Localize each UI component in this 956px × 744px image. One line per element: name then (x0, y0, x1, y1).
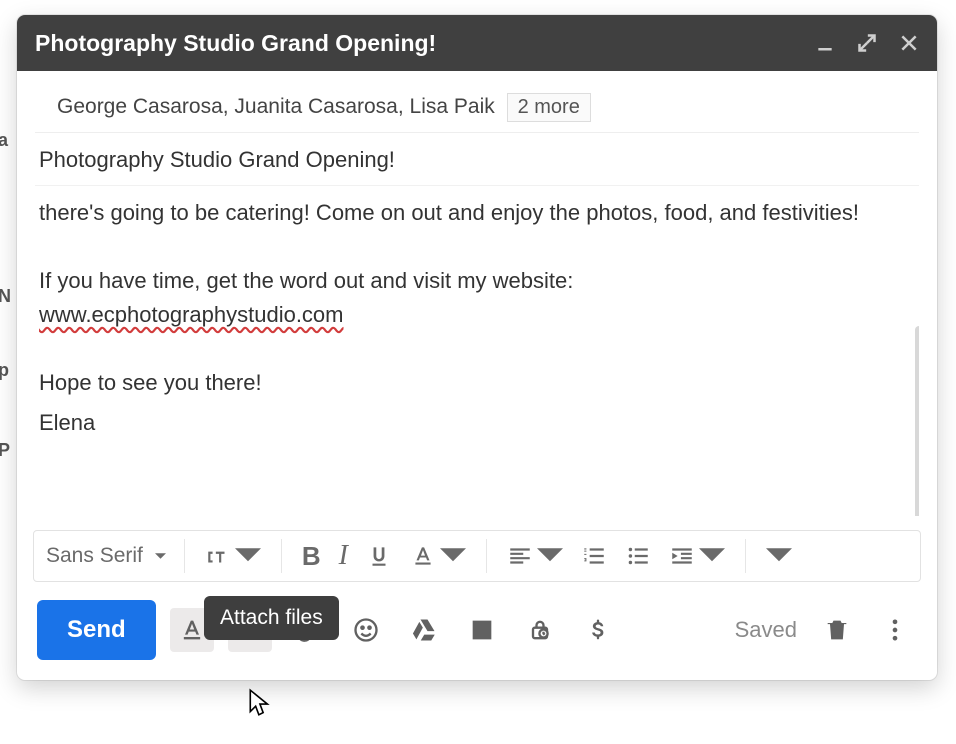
recipients-names: George Casarosa, Juanita Casarosa, Lisa … (57, 95, 495, 118)
message-body[interactable]: there's going to be catering! Come on ou… (35, 186, 919, 516)
font-size-picker[interactable] (197, 539, 269, 573)
cursor-icon (248, 688, 274, 723)
insert-money-button[interactable] (576, 608, 620, 652)
align-button[interactable] (499, 539, 571, 573)
chevron-down-icon (155, 544, 166, 568)
body-signature: Elena (39, 406, 915, 440)
send-button[interactable]: Send (37, 600, 156, 660)
more-options-button[interactable] (873, 608, 917, 652)
bulleted-list-button[interactable] (617, 539, 659, 573)
discard-draft-button[interactable] (815, 608, 859, 652)
minimize-icon[interactable] (815, 33, 835, 53)
recipients-field[interactable]: George Casarosa, Juanita Casarosa, Lisa … (35, 71, 919, 133)
compose-header[interactable]: Photography Studio Grand Opening! (17, 15, 937, 71)
chevron-down-icon (235, 543, 261, 569)
compose-window: Photography Studio Grand Opening! George… (17, 15, 937, 680)
indent-button[interactable] (661, 539, 733, 573)
underline-button[interactable] (358, 539, 400, 573)
numbered-list-button[interactable] (573, 539, 615, 573)
body-link[interactable]: www.ecphotographystudio.com (39, 302, 344, 327)
italic-button[interactable]: I (331, 536, 356, 576)
insert-drive-button[interactable] (402, 608, 446, 652)
more-formatting-button[interactable] (758, 539, 800, 573)
body-line: there's going to be catering! Come on ou… (39, 196, 915, 230)
body-line: Hope to see you there! (39, 366, 915, 400)
background-peek: a N p P (0, 0, 17, 744)
chevron-down-icon (537, 543, 563, 569)
body-line: If you have time, get the word out and v… (39, 264, 915, 332)
font-family-picker[interactable]: Sans Serif (44, 544, 172, 568)
compose-actions: Send Saved (17, 582, 937, 680)
insert-photo-button[interactable] (460, 608, 504, 652)
chevron-down-icon (440, 543, 466, 569)
saved-indicator: Saved (735, 617, 797, 643)
close-icon[interactable] (899, 33, 919, 53)
formatting-toolbar: Sans Serif B I (33, 530, 921, 582)
chevron-down-icon (699, 543, 725, 569)
text-color-button[interactable] (402, 539, 474, 573)
subject-field[interactable]: Photography Studio Grand Opening! (35, 133, 919, 186)
tooltip-attach-files: Attach files (204, 596, 339, 640)
expand-icon[interactable] (857, 33, 877, 53)
recipients-more-chip[interactable]: 2 more (507, 93, 591, 122)
bold-button[interactable]: B (294, 537, 329, 576)
confidential-mode-button[interactable] (518, 608, 562, 652)
compose-title: Photography Studio Grand Opening! (35, 30, 815, 57)
insert-emoji-button[interactable] (344, 608, 388, 652)
body-scrollbar[interactable] (915, 326, 919, 516)
